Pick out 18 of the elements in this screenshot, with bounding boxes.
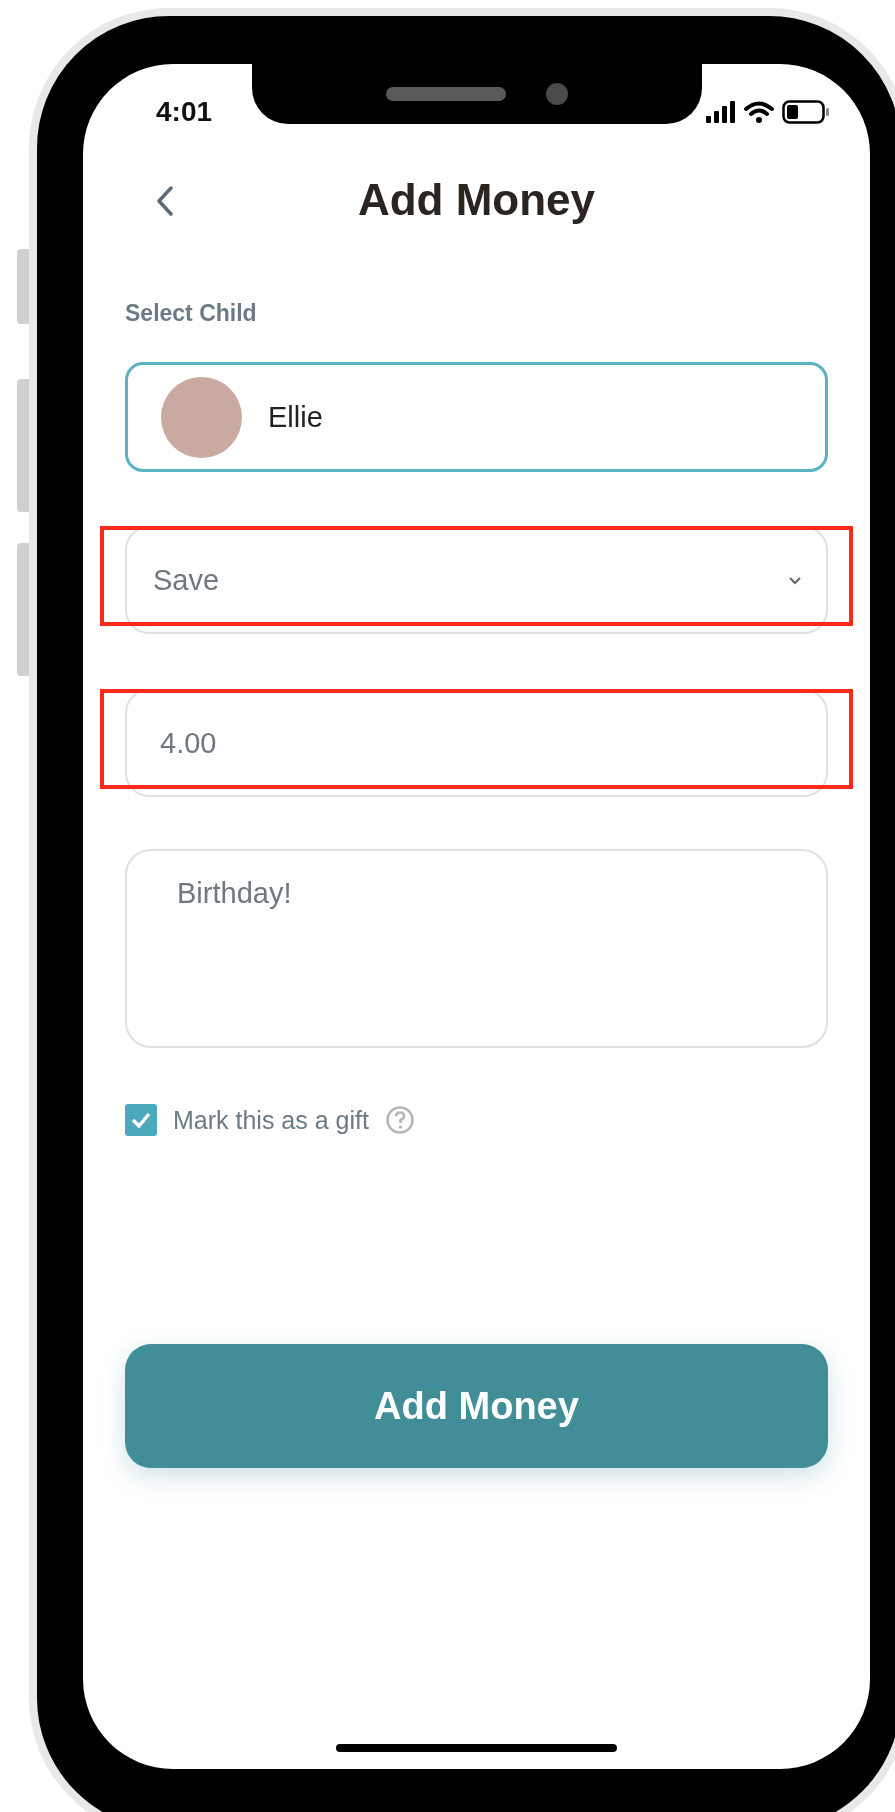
note-field[interactable]: Birthday! xyxy=(125,849,828,1048)
child-name: Ellie xyxy=(268,400,323,434)
child-selector[interactable]: Ellie xyxy=(125,362,828,472)
add-money-button[interactable]: Add Money xyxy=(125,1344,828,1468)
wifi-icon xyxy=(744,101,774,123)
help-icon[interactable] xyxy=(384,1105,415,1135)
gift-checkbox[interactable] xyxy=(125,1104,157,1136)
speaker-icon xyxy=(386,87,506,101)
page-title: Add Money xyxy=(357,175,596,225)
check-icon xyxy=(130,1111,152,1129)
camera-icon xyxy=(546,83,568,105)
field-label: Select Child xyxy=(125,299,258,327)
status-time: 4:01 xyxy=(156,96,213,128)
signal-icon xyxy=(706,101,736,123)
chevron-down-icon xyxy=(788,575,802,585)
checkbox-label: Mark this as a gift xyxy=(173,1105,369,1135)
back-icon[interactable] xyxy=(155,186,175,216)
battery-icon xyxy=(782,100,830,124)
